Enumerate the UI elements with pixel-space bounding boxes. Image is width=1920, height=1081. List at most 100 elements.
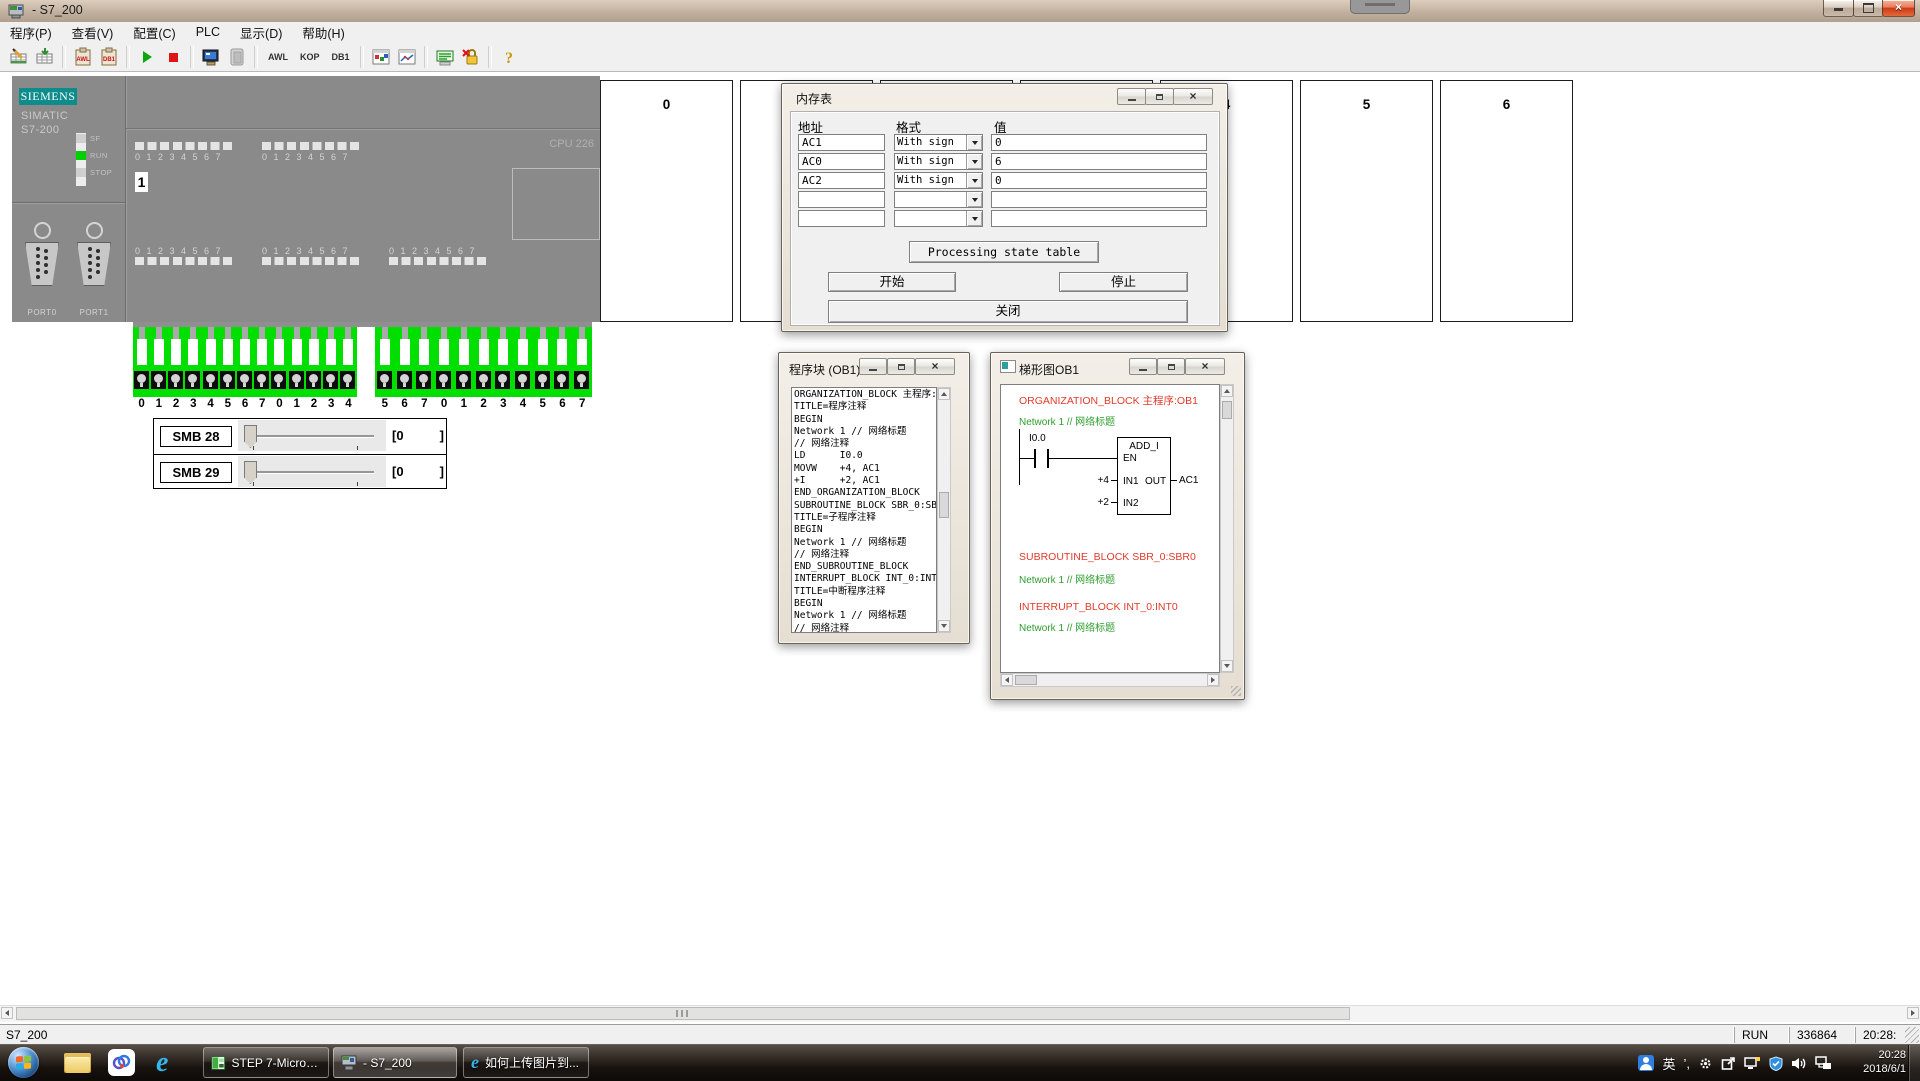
input-switch[interactable] xyxy=(343,339,353,365)
dropdown-arrow-icon[interactable] xyxy=(966,154,982,169)
expansion-slot[interactable]: 5 xyxy=(1300,80,1433,322)
address-input[interactable] xyxy=(798,153,885,170)
smb29-slider[interactable] xyxy=(238,456,386,487)
cloud-app-taskbar-icon[interactable] xyxy=(108,1049,135,1076)
terminal-cell[interactable] xyxy=(395,327,415,397)
ime-language-indicator[interactable]: 英 xyxy=(1662,1054,1675,1073)
expansion-slot[interactable]: 6 xyxy=(1440,80,1573,322)
terminal-cell[interactable] xyxy=(133,327,150,397)
terminal-cell[interactable] xyxy=(414,327,434,397)
input-switch[interactable] xyxy=(292,339,302,365)
address-input[interactable] xyxy=(798,172,885,189)
scroll-down-icon[interactable] xyxy=(938,620,950,632)
terminal-cell[interactable] xyxy=(434,327,454,397)
shield-icon[interactable] xyxy=(1769,1056,1783,1071)
terminal-cell[interactable] xyxy=(474,327,494,397)
show-desktop-button[interactable] xyxy=(1908,1045,1920,1081)
value-input[interactable] xyxy=(991,153,1207,170)
value-input[interactable] xyxy=(991,191,1207,208)
download-program-button[interactable] xyxy=(7,45,31,69)
input-switch[interactable] xyxy=(154,339,164,365)
resize-grip[interactable] xyxy=(1905,1027,1919,1043)
input-switch[interactable] xyxy=(257,339,267,365)
scroll-up-icon[interactable] xyxy=(938,388,950,400)
scroll-right-icon[interactable] xyxy=(1207,674,1219,686)
input-switch[interactable] xyxy=(240,339,250,365)
slider-thumb[interactable] xyxy=(244,425,257,448)
terminal-cell[interactable] xyxy=(572,327,592,397)
input-switch[interactable] xyxy=(223,339,233,365)
taskbar-button-browser[interactable]: e 如何上传图片到... xyxy=(463,1047,589,1078)
value-input[interactable] xyxy=(991,134,1207,151)
explorer-taskbar-icon[interactable] xyxy=(64,1053,91,1073)
scroll-right-icon[interactable] xyxy=(1907,1007,1919,1019)
run-button[interactable] xyxy=(135,45,159,69)
terminal-cell[interactable] xyxy=(254,327,271,397)
view-db1-button[interactable]: DB1 xyxy=(326,52,356,62)
close-button[interactable] xyxy=(1185,358,1225,375)
scrollbar-thumb[interactable] xyxy=(16,1007,1350,1020)
restore-button[interactable] xyxy=(1157,358,1185,375)
add-instruction-box[interactable]: ADD_I EN IN1 OUT IN2 xyxy=(1117,437,1171,515)
slider-track[interactable] xyxy=(252,435,374,437)
messenger-tray-icon[interactable] xyxy=(1638,1055,1654,1071)
menu-plc[interactable]: PLC xyxy=(186,23,230,41)
ime-punctuation-indicator[interactable]: ’, xyxy=(1684,1056,1691,1071)
terminal-cell[interactable] xyxy=(513,327,533,397)
scrollbar-thumb[interactable] xyxy=(939,492,949,518)
menu-program[interactable]: 程序(P) xyxy=(0,21,62,44)
password-lock-button[interactable] xyxy=(459,45,483,69)
input-switch[interactable] xyxy=(274,339,284,365)
dropdown-arrow-icon[interactable] xyxy=(966,211,982,226)
ladder-canvas[interactable]: ORGANIZATION_BLOCK 主程序:OB1 Network 1 // … xyxy=(1000,384,1220,673)
maximize-window-button[interactable] xyxy=(1853,0,1884,17)
open-awl-block-button[interactable]: AWL xyxy=(71,45,95,69)
terminal-cell[interactable] xyxy=(533,327,553,397)
top-overlay-handle[interactable] xyxy=(1350,0,1410,14)
menu-view[interactable]: 查看(V) xyxy=(62,21,124,44)
terminal-cell[interactable] xyxy=(375,327,395,397)
program-source-text[interactable]: ORGANIZATION_BLOCK 主程序:OB1 TITLE=程序注释 BE… xyxy=(791,387,937,633)
share-arrow-icon[interactable] xyxy=(1721,1056,1736,1071)
input-switch[interactable] xyxy=(439,339,449,365)
scroll-left-icon[interactable] xyxy=(1001,674,1013,686)
slider-track[interactable] xyxy=(252,471,374,473)
terminal-cell[interactable] xyxy=(202,327,219,397)
taskbar-button-step7[interactable]: STEP 7-Micro/W... xyxy=(203,1047,329,1078)
text-display-button[interactable] xyxy=(433,45,457,69)
start-button[interactable] xyxy=(8,1047,39,1078)
input-switch[interactable] xyxy=(188,339,198,365)
terminal-cell[interactable] xyxy=(288,327,305,397)
dropdown-arrow-icon[interactable] xyxy=(966,135,982,150)
terminal-cell[interactable] xyxy=(454,327,474,397)
disconnect-button[interactable] xyxy=(225,45,249,69)
browser-taskbar-icon[interactable]: e xyxy=(156,1047,168,1079)
horizontal-scrollbar[interactable] xyxy=(1000,673,1220,687)
input-switch[interactable] xyxy=(326,339,336,365)
view-kop-button[interactable]: KOP xyxy=(294,52,326,62)
close-window-button[interactable]: × xyxy=(1882,0,1915,17)
scrollbar-thumb[interactable] xyxy=(1222,401,1232,419)
terminal-cell[interactable] xyxy=(167,327,184,397)
value-input[interactable] xyxy=(991,210,1207,227)
vertical-scrollbar[interactable] xyxy=(937,387,951,633)
input-switch[interactable] xyxy=(538,339,548,365)
restore-button[interactable] xyxy=(887,358,915,375)
scroll-up-icon[interactable] xyxy=(1221,385,1233,397)
processing-state-table-button[interactable]: Processing state table xyxy=(909,241,1099,263)
dropdown-arrow-icon[interactable] xyxy=(966,192,982,207)
taskbar-clock[interactable]: 20:28 2018/6/1 xyxy=(1830,1048,1906,1076)
maximize-button[interactable] xyxy=(1145,88,1174,105)
resize-grip[interactable] xyxy=(1231,686,1241,696)
format-select[interactable] xyxy=(894,210,983,227)
start-button[interactable]: 开始 xyxy=(828,272,956,292)
vertical-scrollbar[interactable] xyxy=(1220,384,1234,673)
open-db1-block-button[interactable]: DB1 xyxy=(97,45,121,69)
terminal-cell[interactable] xyxy=(236,327,253,397)
dropdown-arrow-icon[interactable] xyxy=(966,173,982,188)
expansion-slot[interactable]: 0 xyxy=(600,80,733,322)
input-switch[interactable] xyxy=(577,339,587,365)
input-switch[interactable] xyxy=(206,339,216,365)
minimize-button[interactable] xyxy=(1117,88,1146,105)
memory-table-window-button[interactable] xyxy=(369,45,393,69)
